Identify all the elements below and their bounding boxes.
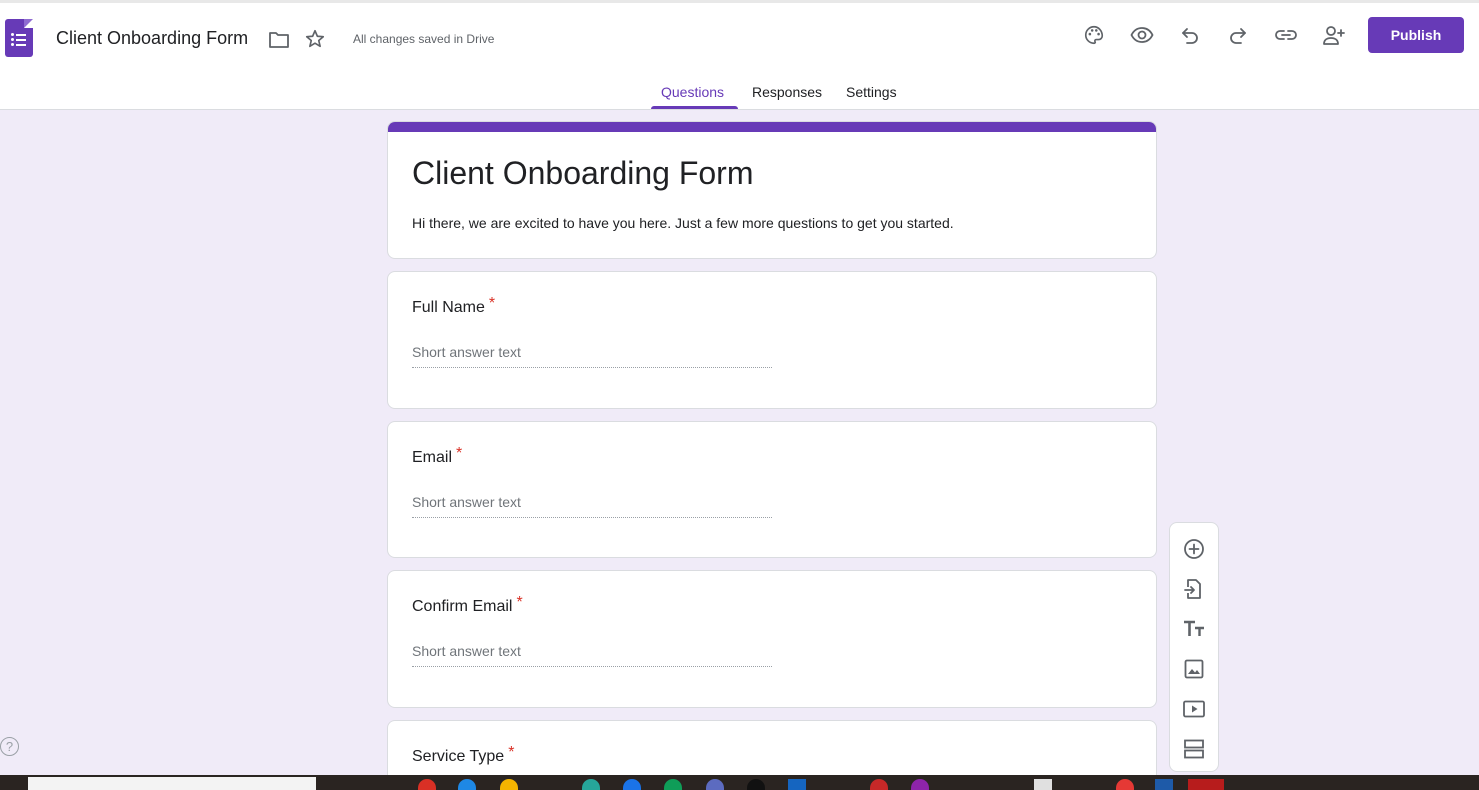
floating-toolbar xyxy=(1169,522,1219,772)
add-question-icon[interactable] xyxy=(1182,537,1206,561)
forms-app-icon[interactable] xyxy=(5,19,33,57)
question-title-text: Confirm Email xyxy=(412,598,513,615)
taskbar-app-icon[interactable] xyxy=(1155,779,1173,790)
add-video-icon[interactable] xyxy=(1182,697,1206,721)
required-asterisk: * xyxy=(456,445,463,462)
add-title-icon[interactable] xyxy=(1182,617,1206,641)
taskbar-app-icon[interactable] xyxy=(870,779,888,790)
import-questions-icon[interactable] xyxy=(1182,577,1206,601)
link-icon[interactable] xyxy=(1274,23,1298,47)
forms-app-icon-line xyxy=(16,38,26,41)
question-title: Full Name * xyxy=(412,295,495,317)
required-asterisk: * xyxy=(488,295,496,312)
form-header-card[interactable]: Client Onboarding Form Hi there, we are … xyxy=(387,121,1157,259)
question-title: Confirm Email * xyxy=(412,594,523,616)
required-asterisk: * xyxy=(508,744,515,761)
tab-responses[interactable]: Responses xyxy=(752,84,822,100)
tab-questions[interactable]: Questions xyxy=(661,84,724,100)
taskbar-app-icon[interactable] xyxy=(706,779,724,790)
redo-icon[interactable] xyxy=(1226,23,1250,47)
taskbar-app-icon[interactable] xyxy=(1188,779,1224,790)
taskbar-app-icon[interactable] xyxy=(458,779,476,790)
save-status: All changes saved in Drive xyxy=(353,32,495,46)
palette-icon[interactable] xyxy=(1082,23,1106,47)
preview-eye-icon[interactable] xyxy=(1130,23,1154,47)
taskbar-app-icon[interactable] xyxy=(1116,779,1134,790)
question-card[interactable]: Full Name * Short answer text xyxy=(387,271,1157,409)
short-answer-placeholder: Short answer text xyxy=(412,344,772,368)
taskbar-app-icon[interactable] xyxy=(623,779,641,790)
question-card[interactable]: Email * Short answer text xyxy=(387,421,1157,558)
short-answer-placeholder: Short answer text xyxy=(412,494,772,518)
forms-app-icon-dot xyxy=(11,38,14,41)
app-header: Client Onboarding Form All changes saved… xyxy=(0,3,1479,110)
taskbar-app-icon[interactable] xyxy=(911,779,929,790)
forms-app-icon-line xyxy=(16,33,26,36)
taskbar-app-icon[interactable] xyxy=(788,779,806,790)
add-section-icon[interactable] xyxy=(1182,737,1206,761)
required-asterisk: * xyxy=(516,594,523,611)
active-tab-indicator xyxy=(651,106,738,109)
publish-button[interactable]: Publish xyxy=(1368,17,1464,53)
help-icon[interactable]: ? xyxy=(0,737,19,756)
forms-app-icon-fold xyxy=(24,19,33,28)
taskbar-app-icon[interactable] xyxy=(664,779,682,790)
undo-icon[interactable] xyxy=(1178,23,1202,47)
taskbar-app-icon[interactable] xyxy=(500,779,518,790)
forms-app-icon-line xyxy=(16,43,26,46)
taskbar-app-icon[interactable] xyxy=(582,779,600,790)
os-taskbar xyxy=(0,775,1479,790)
add-collaborator-icon[interactable] xyxy=(1322,23,1346,47)
question-title-text: Service Type xyxy=(412,748,505,765)
taskbar-app-icon[interactable] xyxy=(1034,779,1052,790)
forms-app-icon-dot xyxy=(11,43,14,46)
forms-app-icon-dot xyxy=(11,33,14,36)
taskbar-search-box[interactable] xyxy=(28,777,316,790)
document-title[interactable]: Client Onboarding Form xyxy=(56,28,248,49)
tab-settings[interactable]: Settings xyxy=(846,84,897,100)
theme-color-band xyxy=(388,122,1156,132)
question-card[interactable]: Confirm Email * Short answer text xyxy=(387,570,1157,708)
form-description[interactable]: Hi there, we are excited to have you her… xyxy=(412,215,954,231)
question-title-text: Full Name xyxy=(412,299,485,316)
form-title[interactable]: Client Onboarding Form xyxy=(412,155,753,192)
short-answer-placeholder: Short answer text xyxy=(412,643,772,667)
tab-bar: Questions Responses Settings xyxy=(0,75,1479,110)
taskbar-app-icon[interactable] xyxy=(418,779,436,790)
taskbar-app-icon[interactable] xyxy=(747,779,765,790)
question-title-text: Email xyxy=(412,449,453,466)
folder-icon[interactable] xyxy=(267,28,291,52)
question-card[interactable]: Service Type * xyxy=(387,720,1157,780)
question-title: Service Type * xyxy=(412,744,514,766)
question-title: Email * xyxy=(412,445,462,467)
star-icon[interactable] xyxy=(303,27,327,51)
add-image-icon[interactable] xyxy=(1182,657,1206,681)
